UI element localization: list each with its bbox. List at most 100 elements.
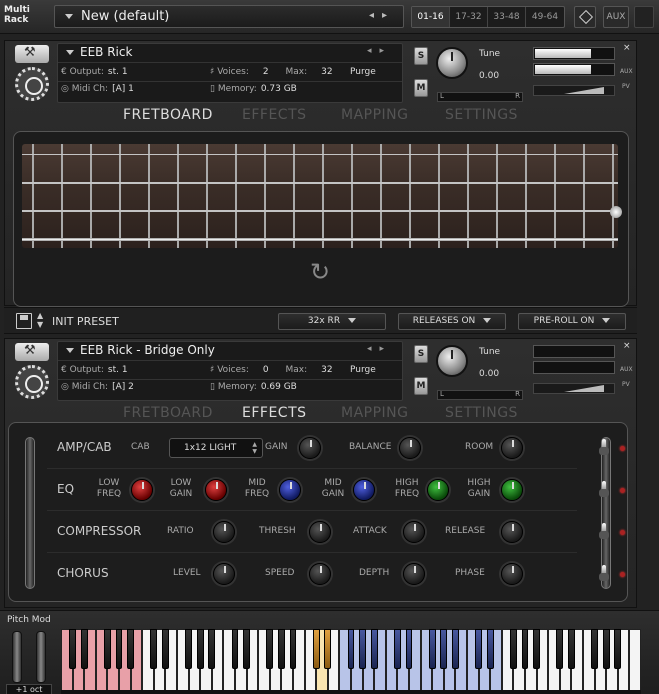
solo-button[interactable]: S [414,345,428,363]
piano-black-key[interactable] [103,629,111,669]
piano-black-key[interactable] [347,629,355,669]
octave-shift[interactable]: +1 oct [6,684,52,694]
piano-black-key[interactable] [602,629,610,669]
chevron-down-icon[interactable] [66,50,74,55]
pan-slider[interactable]: L R [437,92,523,102]
aux-button[interactable]: AUX [603,6,629,28]
piano-black-key[interactable] [556,629,564,669]
round-robin-dropdown[interactable]: 32x RR [278,313,386,330]
fretboard[interactable] [22,144,622,248]
thresh-knob[interactable] [309,521,331,543]
piano-black-key[interactable] [208,629,216,669]
mute-button[interactable]: M [414,377,428,395]
wrench-icon[interactable] [15,343,49,361]
close-icon[interactable]: × [623,43,631,53]
mute-button[interactable]: M [414,79,428,97]
tab-mapping[interactable]: MAPPING [341,107,409,123]
piano-black-key[interactable] [533,629,541,669]
piano-black-key[interactable] [428,629,436,669]
compressor-toggle[interactable] [599,523,609,539]
max-voices-value[interactable]: 32 [321,365,332,375]
piano-black-key[interactable] [475,629,483,669]
high-freq-knob[interactable] [427,479,449,501]
piano-black-key[interactable] [591,629,599,669]
speed-knob[interactable] [309,563,331,585]
purge-dropdown[interactable]: Purge [350,365,376,375]
tab-settings[interactable]: SETTINGS [445,107,518,123]
page-tab-33-48[interactable]: 33-48 [488,7,526,27]
rack-view-icon[interactable] [574,6,596,28]
tab-mapping[interactable]: MAPPING [341,405,409,421]
piano-black-key[interactable] [150,629,158,669]
release-knob[interactable] [501,521,523,543]
instrument-name[interactable]: EEB Rick [80,45,132,59]
midi-channel-value[interactable]: [A] 2 [112,382,134,392]
pan-slider[interactable]: L R [437,390,523,400]
piano-black-key[interactable] [277,629,285,669]
amp-cab-toggle[interactable] [599,439,609,455]
instrument-name[interactable]: EEB Rick - Bridge Only [80,343,215,357]
output-value[interactable]: st. 1 [108,365,128,375]
mod-wheel[interactable] [36,631,46,683]
aux-label[interactable]: AUX [620,68,633,75]
piano-black-key[interactable] [231,629,239,669]
tune-knob[interactable] [436,47,468,79]
page-tab-17-32[interactable]: 17-32 [450,7,488,27]
piano-black-key[interactable] [196,629,204,669]
piano-black-key[interactable] [486,629,494,669]
tab-effects[interactable]: EFFECTS [242,107,307,123]
cab-selector[interactable]: 1x12 LIGHT ▲ ▼ [169,438,263,458]
tab-fretboard[interactable]: FRETBOARD [123,107,213,123]
piano-black-key[interactable] [115,629,123,669]
wrench-icon[interactable] [15,45,49,63]
piano-black-key[interactable] [127,629,135,669]
preset-up-down-icon[interactable]: ▲ ▼ [37,311,43,329]
piano-black-key[interactable] [243,629,251,669]
piano-black-key[interactable] [185,629,193,669]
piano-black-key[interactable] [567,629,575,669]
eq-toggle[interactable] [599,481,609,497]
ratio-knob[interactable] [213,521,235,543]
preset-name[interactable]: INIT PRESET [52,315,119,328]
piano-black-key[interactable] [451,629,459,669]
low-gain-knob[interactable] [205,479,227,501]
tab-fretboard[interactable]: FRETBOARD [123,405,213,421]
piano-black-key[interactable] [405,629,413,669]
mid-gain-knob[interactable] [353,479,375,501]
piano-white-key[interactable] [629,629,641,694]
max-voices-value[interactable]: 32 [321,67,332,77]
piano-black-key[interactable] [393,629,401,669]
tune-value[interactable]: 0.00 [479,369,499,379]
rack-name-dropdown[interactable]: New (default) ◂▸ [54,5,404,28]
piano-black-key[interactable] [614,629,622,669]
volume-slider[interactable] [533,383,615,394]
tune-value[interactable]: 0.00 [479,71,499,81]
room-knob[interactable] [501,437,523,459]
piano-black-key[interactable] [161,629,169,669]
piano-black-key[interactable] [521,629,529,669]
purge-dropdown[interactable]: Purge [350,67,376,77]
piano-black-key[interactable] [80,629,88,669]
piano-black-key[interactable] [324,629,332,669]
high-gain-knob[interactable] [501,479,523,501]
instrument-prev-next-arrows[interactable]: ◂▸ [367,344,392,354]
piano-black-key[interactable] [266,629,274,669]
chorus-toggle[interactable] [599,565,609,581]
tab-settings[interactable]: SETTINGS [445,405,518,421]
piano-black-key[interactable] [69,629,77,669]
solo-button[interactable]: S [414,47,428,65]
rack-mini-button[interactable] [634,6,654,28]
piano-black-key[interactable] [509,629,517,669]
pv-label[interactable]: PV [622,381,630,388]
releases-dropdown[interactable]: RELEASES ON [398,313,506,330]
midi-channel-value[interactable]: [A] 1 [112,84,134,94]
balance-knob[interactable] [399,437,421,459]
piano-black-key[interactable] [440,629,448,669]
output-value[interactable]: st. 1 [108,67,128,77]
page-tab-49-64[interactable]: 49-64 [526,7,564,27]
pv-label[interactable]: PV [622,83,630,90]
piano-black-key[interactable] [359,629,367,669]
low-freq-knob[interactable] [131,479,153,501]
close-icon[interactable]: × [623,341,631,351]
aux-label[interactable]: AUX [620,366,633,373]
